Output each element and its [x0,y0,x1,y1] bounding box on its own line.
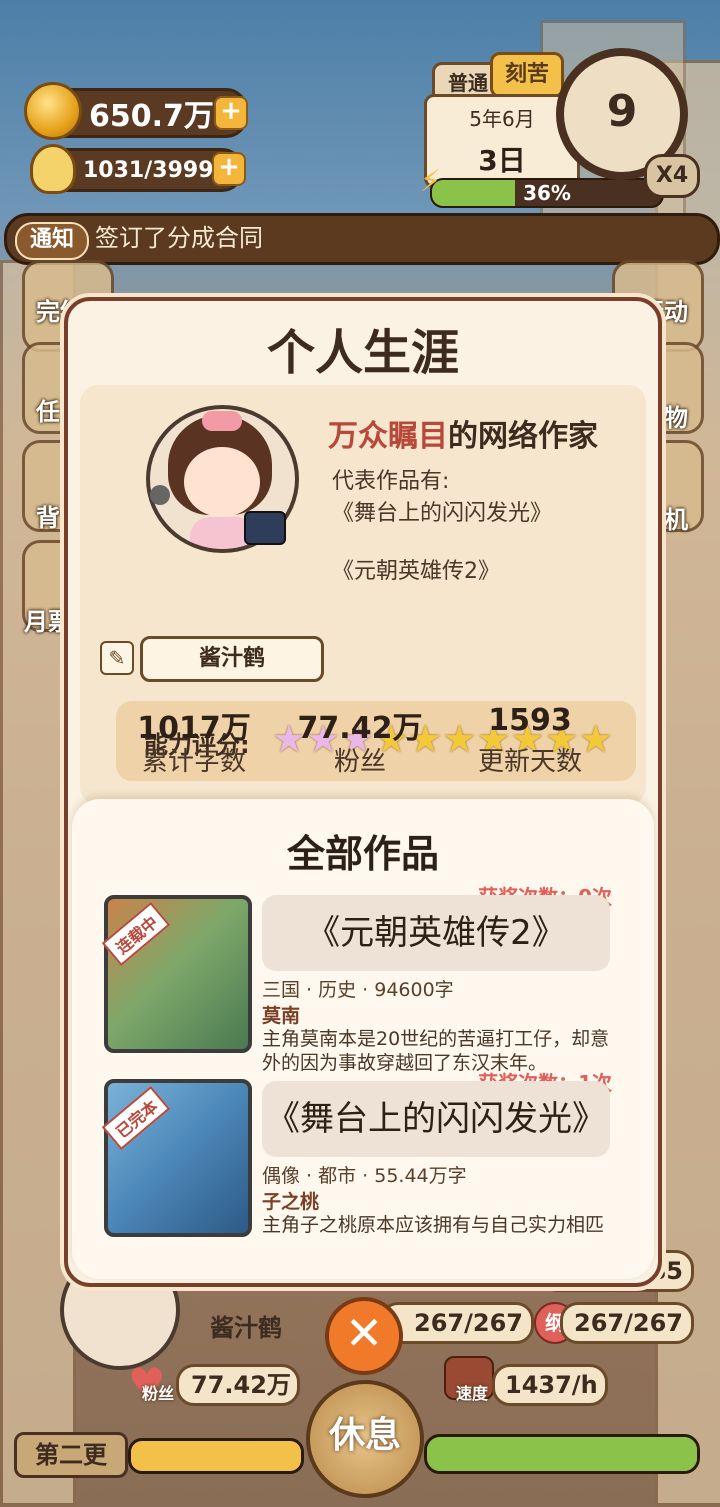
rep-work-1: 《舞台上的闪闪发光》 [332,501,553,526]
writing-progress-fill [427,1437,697,1471]
lightbulb-icon [30,144,76,194]
author-title-rest: 的网络作家 [448,419,598,454]
author-title-highlight: 万众瞩目 [328,419,448,454]
speed-value: 1437/h [492,1364,608,1406]
coin-amount: 650.7万 [89,99,214,134]
rep-work-2: 《元朝英雄传2》 [332,559,500,584]
player-name: 酱汁鹤 [210,1314,282,1342]
stat-fans-label: 粉丝 [333,747,386,777]
calendar-day: 3日 [478,144,526,177]
book-meta: 偶像 · 都市 · 55.44万字 [262,1165,467,1187]
notice-tag: 通知 [15,222,89,260]
profile-panel: ✎ 酱汁鹤 万众瞩目的网络作家 代表作品有: 《舞台上的闪闪发光》 《元朝英雄传… [80,385,646,805]
book-cover[interactable]: 连载中 [101,895,252,1053]
book-status-badge: 已完本 [101,1085,171,1151]
author-name: 酱汁鹤 [140,636,324,682]
works-title: 全部作品 [286,832,439,876]
close-icon[interactable]: ✕ [325,1297,403,1375]
day-progress-label: 36% [523,181,571,205]
book-status-badge: 连载中 [101,901,171,967]
add-coins-button[interactable]: + [214,96,248,130]
book-protagonist: 子之桃 [262,1191,320,1213]
book-meta: 三国 · 历史 · 94600字 [262,979,454,1001]
add-energy-button[interactable]: + [212,152,246,186]
book-title[interactable]: 《舞台上的闪闪发光》 [262,1081,610,1157]
book-title[interactable]: 《元朝英雄传2》 [262,895,610,971]
writing-progress-bar [424,1434,700,1474]
speed-label: 速度 [456,1384,489,1403]
chapter-label: 第二更 [14,1432,128,1478]
chapter-progress-fill [131,1441,301,1471]
works-panel: 全部作品 连载中 获奖次数：0次 《元朝英雄传2》 三国 · 历史 · 9460… [72,799,654,1279]
career-dialog: 个人生涯 ✎ 酱汁鹤 万众瞩目的网络作家 代表作品有: 《舞台上的闪闪发光》 《… [64,297,662,1287]
rest-button[interactable]: 休息 [306,1380,424,1498]
clock-value: 9 [606,86,638,137]
calendar-year-month: 5年6月 [469,107,535,131]
avatar-face [184,447,260,517]
speed-multiplier-button[interactable]: X4 [644,154,700,198]
book-protagonist: 莫南 [262,1005,301,1027]
chapter-progress-bar [128,1438,304,1474]
bow-icon [202,411,242,431]
stat-a: 267/267 [380,1302,534,1344]
edit-name-icon[interactable]: ✎ [100,641,134,675]
mode-hard-tab[interactable]: 刻苦 [490,52,564,98]
coin-icon [24,82,82,140]
energy-amount: 1031/3999 [83,157,214,183]
camera-icon [244,511,286,545]
stat-b: 267/267 [560,1302,694,1344]
lightning-icon: ⚡ [420,164,442,199]
notice-bar[interactable]: 通知 签订了分成合同 [4,213,720,265]
author-title: 万众瞩目的网络作家 [328,411,598,455]
stat-days-label: 更新天数 [477,747,582,777]
notice-text: 签订了分成合同 [95,224,263,252]
fans-value: 77.42万 [176,1364,300,1406]
fans-label: 粉丝 [142,1384,175,1403]
book-cover[interactable]: 已完本 [101,1079,252,1237]
stat-words-label: 累计字数 [141,747,246,777]
microphone-icon [150,485,170,505]
day-progress-bar: 36% [430,178,664,208]
book-description: 主角子之桃原本应该拥有与自己实力相匹配的镜头和资源，可惜队友的风流 [262,1214,605,1239]
stat-days-value: 1593 [488,703,572,738]
dialog-title: 个人生涯 [266,325,459,381]
rep-works-label: 代表作品有: [332,469,450,494]
